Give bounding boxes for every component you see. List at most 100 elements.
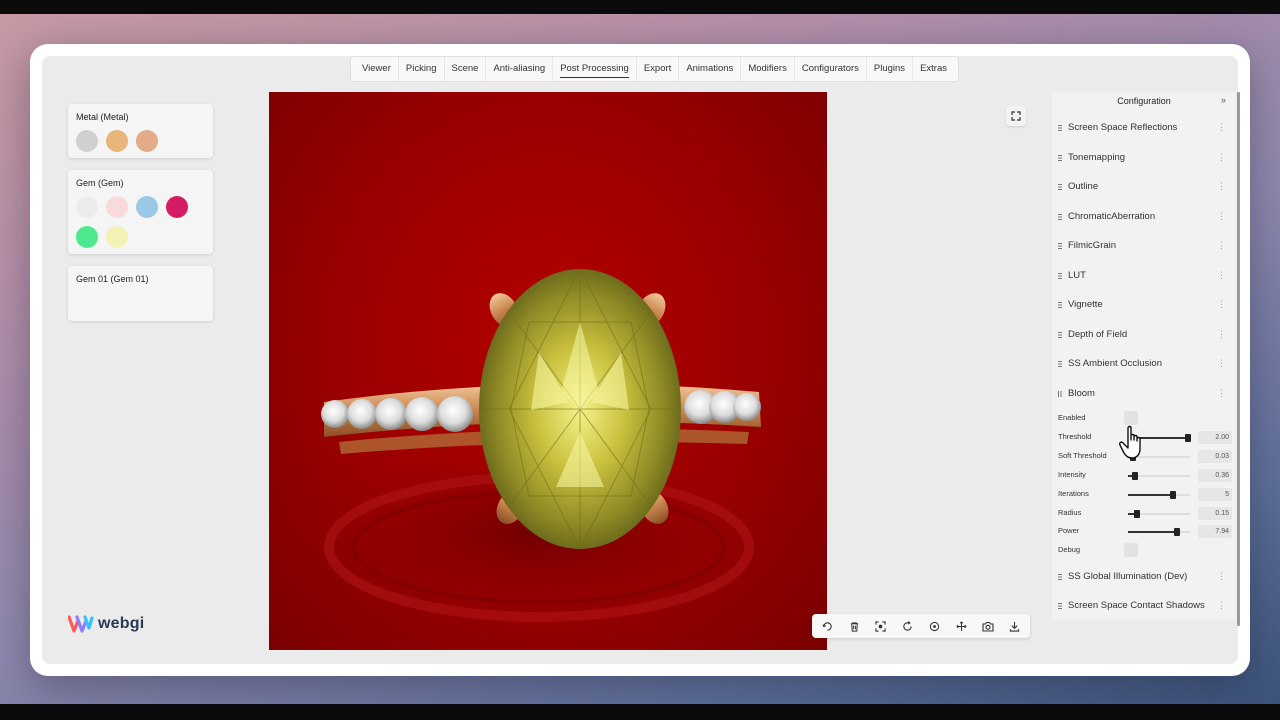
param-value-input[interactable]: 0.03 (1198, 450, 1232, 463)
drag-handle-icon[interactable] (1058, 574, 1062, 580)
bloom-debug-checkbox[interactable] (1124, 543, 1138, 557)
section-label: FilmicGrain (1068, 240, 1117, 251)
drag-handle-icon[interactable] (1058, 214, 1062, 220)
material-swatch[interactable] (136, 130, 158, 152)
param-value-input[interactable]: 2.00 (1198, 431, 1232, 444)
material-swatch[interactable] (106, 196, 128, 218)
bloom-debug-row: Debug (1052, 542, 1236, 560)
drag-handle-icon[interactable] (1058, 302, 1062, 308)
bloom-enabled-checkbox[interactable] (1124, 411, 1138, 425)
slider-knob[interactable] (1169, 491, 1176, 499)
drag-handle-icon[interactable] (1058, 273, 1062, 279)
nav-plugins[interactable]: Plugins (867, 57, 914, 81)
section-depth-of-field[interactable]: Depth of Field ⋮ (1052, 325, 1236, 347)
param-slider[interactable] (1128, 472, 1190, 480)
section-chromatic-aberration[interactable]: ChromaticAberration ⋮ (1052, 207, 1236, 229)
download-icon[interactable] (1005, 616, 1025, 636)
slider-fill (1128, 494, 1173, 496)
nav-post-processing[interactable]: Post Processing (553, 57, 637, 81)
nav-animations[interactable]: Animations (679, 57, 742, 81)
drag-handle-icon[interactable] (1058, 125, 1062, 131)
param-value-input[interactable]: 0.15 (1198, 507, 1232, 520)
section-vignette[interactable]: Vignette ⋮ (1052, 295, 1236, 317)
param-slider[interactable] (1128, 491, 1190, 499)
section-label: ChromaticAberration (1068, 211, 1156, 222)
nav-extras[interactable]: Extras (913, 57, 954, 81)
bloom-param-row: Power 7.94 (1052, 523, 1236, 541)
slider-knob[interactable] (1173, 528, 1180, 536)
more-options-icon[interactable]: ⋮ (1217, 181, 1226, 192)
nav-scene[interactable]: Scene (445, 57, 487, 81)
section-bloom[interactable]: Bloom ⋮ (1052, 384, 1236, 406)
material-card-metal: Metal (Metal) (68, 104, 213, 158)
material-swatch[interactable] (76, 226, 98, 248)
rotate-icon[interactable] (898, 616, 918, 636)
nav-export[interactable]: Export (637, 57, 680, 81)
more-options-icon[interactable]: ⋮ (1217, 211, 1226, 222)
section-tonemapping[interactable]: Tonemapping ⋮ (1052, 148, 1236, 170)
slider-fill (1128, 531, 1177, 533)
param-value-input[interactable]: 0.36 (1198, 469, 1232, 482)
slider-knob[interactable] (1185, 434, 1192, 442)
section-filmic-grain[interactable]: FilmicGrain ⋮ (1052, 236, 1236, 258)
section-label: Tonemapping (1068, 152, 1126, 163)
camera-icon[interactable] (978, 616, 998, 636)
3d-viewport[interactable] (269, 92, 827, 650)
material-swatch[interactable] (166, 196, 188, 218)
panel-scrollbar[interactable] (1237, 92, 1240, 626)
section-label: Bloom (1068, 388, 1095, 399)
drag-handle-icon[interactable] (1058, 184, 1062, 190)
section-ss-global-illumination[interactable]: SS Global Illumination (Dev) ⋮ (1052, 567, 1236, 589)
drag-handle-icon[interactable] (1058, 155, 1062, 161)
more-options-icon[interactable]: ⋮ (1217, 152, 1226, 163)
more-options-icon[interactable]: ⋮ (1217, 600, 1226, 611)
nav-configurators[interactable]: Configurators (795, 57, 867, 81)
configuration-title: Configuration (1117, 96, 1171, 106)
drag-handle-icon[interactable] (1058, 391, 1062, 397)
material-swatch[interactable] (136, 196, 158, 218)
target-icon[interactable] (924, 616, 944, 636)
nav-modifiers[interactable]: Modifiers (741, 57, 795, 81)
drag-handle-icon[interactable] (1058, 243, 1062, 249)
param-value-input[interactable]: 5 (1198, 488, 1232, 501)
more-options-icon[interactable]: ⋮ (1217, 299, 1226, 310)
nav-anti-aliasing[interactable]: Anti-aliasing (486, 57, 554, 81)
move-icon[interactable] (951, 616, 971, 636)
material-swatch[interactable] (106, 226, 128, 248)
more-options-icon[interactable]: ⋮ (1217, 571, 1226, 582)
more-options-icon[interactable]: ⋮ (1217, 122, 1226, 133)
material-card-title: Gem (Gem) (76, 178, 124, 188)
double-chevron-right-icon[interactable]: » (1221, 95, 1226, 105)
section-ss-ambient-occlusion[interactable]: SS Ambient Occlusion ⋮ (1052, 354, 1236, 376)
section-screen-space-contact-shadows[interactable]: Screen Space Contact Shadows ⋮ (1052, 596, 1236, 618)
section-outline[interactable]: Outline ⋮ (1052, 177, 1236, 199)
param-slider[interactable] (1128, 528, 1190, 536)
param-slider[interactable] (1128, 510, 1190, 518)
section-screen-space-reflections[interactable]: Screen Space Reflections ⋮ (1052, 118, 1236, 140)
more-options-icon[interactable]: ⋮ (1217, 329, 1226, 340)
nav-viewer[interactable]: Viewer (355, 57, 399, 81)
trash-icon[interactable] (844, 616, 864, 636)
param-value-input[interactable]: 7.94 (1198, 525, 1232, 538)
drag-handle-icon[interactable] (1058, 332, 1062, 338)
ring-render (319, 267, 761, 622)
material-swatch[interactable] (76, 196, 98, 218)
param-label: Radius (1058, 508, 1082, 517)
material-swatch[interactable] (76, 130, 98, 152)
material-swatch[interactable] (106, 130, 128, 152)
webgi-logo-text: webgi (98, 615, 145, 632)
slider-knob[interactable] (1131, 472, 1138, 480)
more-options-icon[interactable]: ⋮ (1217, 270, 1226, 281)
section-lut[interactable]: LUT ⋮ (1052, 266, 1236, 288)
more-options-icon[interactable]: ⋮ (1217, 388, 1226, 399)
slider-knob[interactable] (1133, 510, 1140, 518)
more-options-icon[interactable]: ⋮ (1217, 240, 1226, 251)
fullscreen-button[interactable] (1006, 106, 1026, 126)
reset-view-icon[interactable] (817, 616, 837, 636)
drag-handle-icon[interactable] (1058, 603, 1062, 609)
nav-picking[interactable]: Picking (399, 57, 445, 81)
focus-icon[interactable] (871, 616, 891, 636)
drag-handle-icon[interactable] (1058, 361, 1062, 367)
more-options-icon[interactable]: ⋮ (1217, 358, 1226, 369)
section-label: Screen Space Reflections (1068, 122, 1178, 133)
